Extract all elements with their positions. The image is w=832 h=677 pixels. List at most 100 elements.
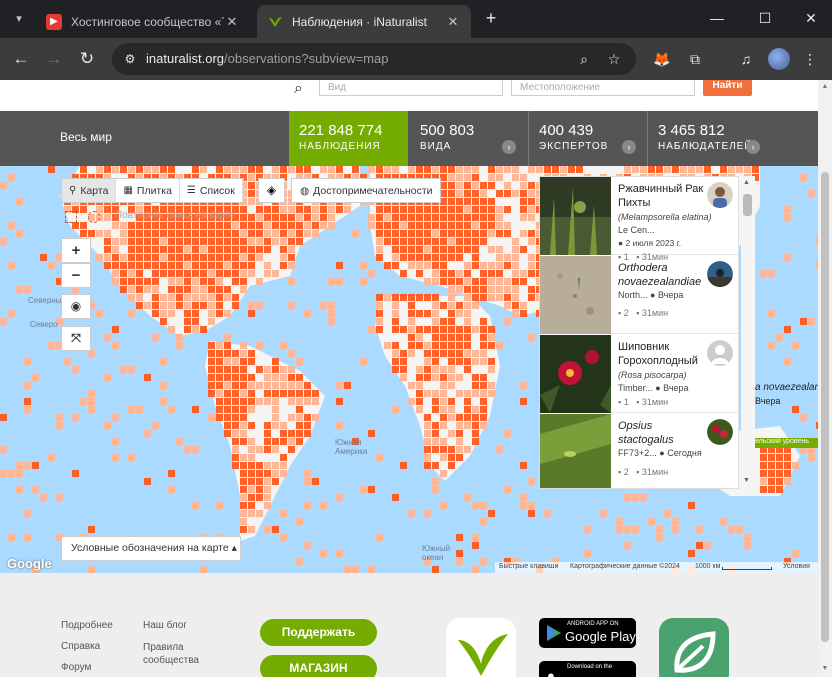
close-tab-icon[interactable]: ✕ xyxy=(445,14,461,30)
tab-inaturalist[interactable]: Наблюдения · iNaturalist ✕ xyxy=(257,5,471,38)
footer-link-about[interactable]: Подробнее xyxy=(61,620,113,631)
scroll-thumb[interactable] xyxy=(821,172,829,642)
observation-photo[interactable] xyxy=(540,335,611,413)
stat-number: 400 439 xyxy=(539,122,594,139)
density-cell xyxy=(528,182,535,189)
address-bar[interactable]: ⚙ inaturalist.org/observations?subview=m… xyxy=(112,43,636,75)
keyboard-shortcuts-link[interactable]: Быстрые клавиши xyxy=(499,563,558,570)
observer-avatar[interactable] xyxy=(707,419,733,445)
new-tab-button[interactable]: + xyxy=(480,8,502,30)
observation-name[interactable]: Orthodera novaezealandiae xyxy=(618,261,710,289)
observation-name[interactable]: Ржавчинный Рак Пихты xyxy=(618,182,710,210)
observation-photo[interactable] xyxy=(540,414,611,489)
zoom-in-button[interactable]: + xyxy=(61,238,91,263)
observation-map[interactable]: Северный Северо Южная Америка Южный океа… xyxy=(0,166,818,573)
close-window-button[interactable]: ✕ xyxy=(788,0,832,36)
density-cell xyxy=(264,486,271,493)
observer-avatar[interactable] xyxy=(707,182,733,208)
circle-select-icon[interactable] xyxy=(88,211,100,223)
tab-grid[interactable]: ▦ Плитка xyxy=(116,179,180,202)
app-store-badge[interactable]: ● Download on the xyxy=(539,661,636,677)
scroll-down-icon[interactable]: ▼ xyxy=(820,665,830,672)
observation-name[interactable]: Шиповник Горохоплодный xyxy=(618,340,710,368)
list-item[interactable]: Ржавчинный Рак Пихты (Melampsorella elat… xyxy=(540,177,738,262)
store-button[interactable]: МАГАЗИН xyxy=(260,655,377,677)
terms-link[interactable]: Условия xyxy=(783,563,810,570)
density-cell xyxy=(304,390,311,397)
site-info-icon[interactable]: ⚙ xyxy=(120,49,140,69)
scroll-thumb[interactable] xyxy=(743,194,752,216)
density-cell xyxy=(632,526,639,533)
map-observation-popup[interactable]: a novaezealan Вчера ельский уровень xyxy=(755,380,818,448)
observation-photo[interactable] xyxy=(540,256,611,334)
list-item[interactable]: Orthodera novaezealandiae North... ● Вче… xyxy=(540,256,738,334)
zoom-out-button[interactable]: − xyxy=(61,263,91,288)
density-cell xyxy=(304,166,311,173)
profile-avatar[interactable] xyxy=(768,48,790,70)
footer-link-guidelines[interactable]: Правила сообщества xyxy=(143,641,213,667)
density-cell xyxy=(456,182,463,189)
maximize-button[interactable]: ☐ xyxy=(742,0,788,36)
scroll-up-icon[interactable]: ▲ xyxy=(743,179,750,186)
redo-search-button[interactable]: Повторить поиск на карте xyxy=(115,210,235,221)
back-button[interactable]: ← xyxy=(8,46,34,72)
metamask-extension-icon[interactable]: 🦊 xyxy=(652,49,672,69)
stat-observers[interactable]: 3 465 812 НАБЛЮДАТЕЛЕЙ › xyxy=(647,111,765,166)
scroll-down-icon[interactable]: ▼ xyxy=(743,477,750,484)
list-item[interactable]: Opsius stactogalus FF73+2... ● Сегодня ▪… xyxy=(540,414,738,489)
map-legend-button[interactable]: Условные обозначения на карте ▴ xyxy=(61,536,241,561)
footer-link-forum[interactable]: Форум xyxy=(61,662,91,673)
observations-panel-scrollbar[interactable]: ▲ ▼ xyxy=(741,176,755,489)
rectangle-select-icon[interactable] xyxy=(65,211,77,223)
donate-button[interactable]: Поддержать xyxy=(260,619,377,646)
close-tab-icon[interactable]: ✕ xyxy=(224,14,240,30)
list-item[interactable]: Шиповник Горохоплодный (Rosa pisocarpa) … xyxy=(540,335,738,413)
minimize-button[interactable]: — xyxy=(694,0,740,36)
place-name[interactable]: Весь мир xyxy=(60,130,112,144)
tab-map[interactable]: ⚲ Карта xyxy=(62,179,117,202)
stat-species[interactable]: 500 803 ВИДА › xyxy=(410,111,528,166)
density-cell xyxy=(304,222,311,229)
density-cell xyxy=(264,262,271,269)
zoom-search-icon[interactable]: ⌕ xyxy=(574,49,594,69)
stat-observations[interactable]: 221 848 774 НАБЛЮДЕНИЯ xyxy=(289,111,408,166)
reload-button[interactable]: ↻ xyxy=(74,46,100,72)
media-control-icon[interactable]: ♫ xyxy=(736,49,756,69)
find-button[interactable]: Найти xyxy=(703,80,752,96)
observer-avatar-placeholder[interactable] xyxy=(707,340,733,366)
seek-app-icon[interactable] xyxy=(659,618,729,677)
observer-avatar[interactable] xyxy=(707,261,733,287)
bookmark-star-icon[interactable]: ☆ xyxy=(604,49,624,69)
locate-me-button[interactable]: ◉ xyxy=(61,294,91,319)
google-play-badge[interactable]: ANDROID APP ON Google Play xyxy=(539,618,636,648)
density-cell xyxy=(384,230,391,237)
density-cell xyxy=(736,526,743,533)
extensions-puzzle-icon[interactable]: ⧉ xyxy=(685,49,705,69)
url-text[interactable]: inaturalist.org/observations?subview=map xyxy=(146,51,388,66)
scroll-up-icon[interactable]: ▲ xyxy=(820,83,830,90)
density-cell xyxy=(440,198,447,205)
density-cell xyxy=(240,254,247,261)
density-cell xyxy=(272,222,279,229)
stat-experts[interactable]: 400 439 ЭКСПЕРТОВ › xyxy=(528,111,646,166)
tab-list[interactable]: ☰ Список xyxy=(180,179,243,202)
tab-hosting-community[interactable]: ▶ Хостинговое сообщество «Tim ✕ xyxy=(36,5,250,38)
page-scrollbar[interactable]: ▲ ▼ xyxy=(818,80,832,677)
observation-name[interactable]: Opsius stactogalus xyxy=(618,419,710,447)
browser-menu-icon[interactable]: ⋮ xyxy=(800,49,820,69)
density-cell xyxy=(392,166,399,173)
inaturalist-app-icon[interactable] xyxy=(446,618,516,677)
popup-date: Вчера xyxy=(755,396,781,406)
density-cell xyxy=(160,270,167,277)
density-cell xyxy=(200,166,207,173)
observation-photo[interactable] xyxy=(540,177,611,255)
footer-link-help[interactable]: Справка xyxy=(61,641,100,652)
tab-search-icon[interactable]: ▾ xyxy=(9,10,29,28)
layers-button[interactable]: ◈ xyxy=(258,178,285,203)
forward-button[interactable]: → xyxy=(41,46,67,72)
footer-link-blog[interactable]: Наш блог xyxy=(143,620,187,631)
places-of-interest-button[interactable]: ◍ Достопримечательности xyxy=(291,178,441,203)
location-search-input[interactable]: Местоположение xyxy=(511,80,695,96)
taxon-search-input[interactable]: Вид xyxy=(319,80,503,96)
fullscreen-button[interactable]: ⤧ xyxy=(61,326,91,351)
